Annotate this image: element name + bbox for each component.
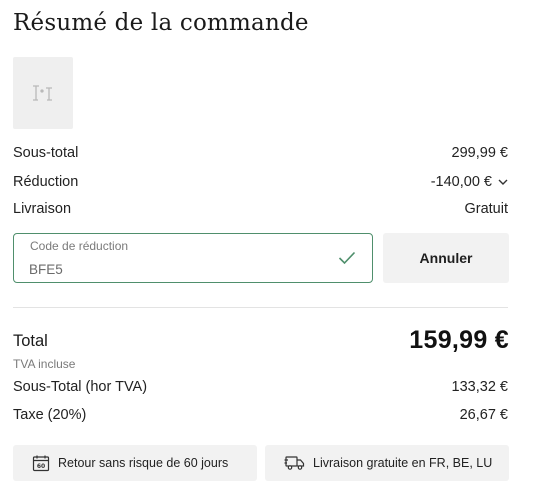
discount-code-label: Code de réduction xyxy=(30,239,129,253)
subtotal-value: 299,99 € xyxy=(451,145,508,161)
subtotal-row: Sous-total 299,99 € xyxy=(13,145,508,161)
shipping-value: Gratuit xyxy=(464,201,508,217)
discount-row: Réduction -140,00 € xyxy=(13,174,508,190)
tax-value: 26,67 € xyxy=(459,407,508,423)
delivery-truck-icon xyxy=(284,456,305,470)
tax-row: Taxe (20%) 26,67 € xyxy=(13,407,508,423)
order-summary-title: Résumé de la commande xyxy=(13,10,309,36)
discount-code-input[interactable] xyxy=(29,259,329,279)
subtotal-label: Sous-total xyxy=(13,145,79,161)
total-value: 159,99 € xyxy=(409,326,509,354)
calendar-60-icon: 60 xyxy=(32,455,50,472)
image-placeholder-icon xyxy=(33,85,52,101)
tax-label: Taxe (20%) xyxy=(13,407,87,423)
returns-badge: 60 Retour sans risque de 60 jours xyxy=(13,445,257,481)
chevron-down-icon xyxy=(498,179,508,185)
shipping-label: Livraison xyxy=(13,201,72,217)
svg-text:60: 60 xyxy=(37,463,45,470)
discount-value: -140,00 € xyxy=(430,174,492,190)
cancel-discount-button[interactable]: Annuler xyxy=(383,233,509,283)
check-icon xyxy=(338,251,356,265)
shipping-row: Livraison Gratuit xyxy=(13,201,508,217)
discount-code-field[interactable]: Code de réduction xyxy=(13,233,373,283)
discount-label: Réduction xyxy=(13,174,79,190)
shipping-badge-text: Livraison gratuite en FR, BE, LU xyxy=(313,456,493,470)
shipping-badge: Livraison gratuite en FR, BE, LU xyxy=(265,445,509,481)
returns-badge-text: Retour sans risque de 60 jours xyxy=(58,456,229,470)
subtotal-excl-vat-row: Sous-Total (hor TVA) 133,32 € xyxy=(13,379,508,395)
discount-toggle[interactable]: -140,00 € xyxy=(431,174,508,190)
subtotal-excl-vat-value: 133,32 € xyxy=(451,379,508,395)
total-label: Total xyxy=(13,332,48,350)
subtotal-excl-vat-label: Sous-Total (hor TVA) xyxy=(13,379,148,395)
vat-included-note: TVA incluse xyxy=(13,357,76,371)
product-thumbnail[interactable] xyxy=(13,57,73,129)
divider xyxy=(13,307,508,308)
